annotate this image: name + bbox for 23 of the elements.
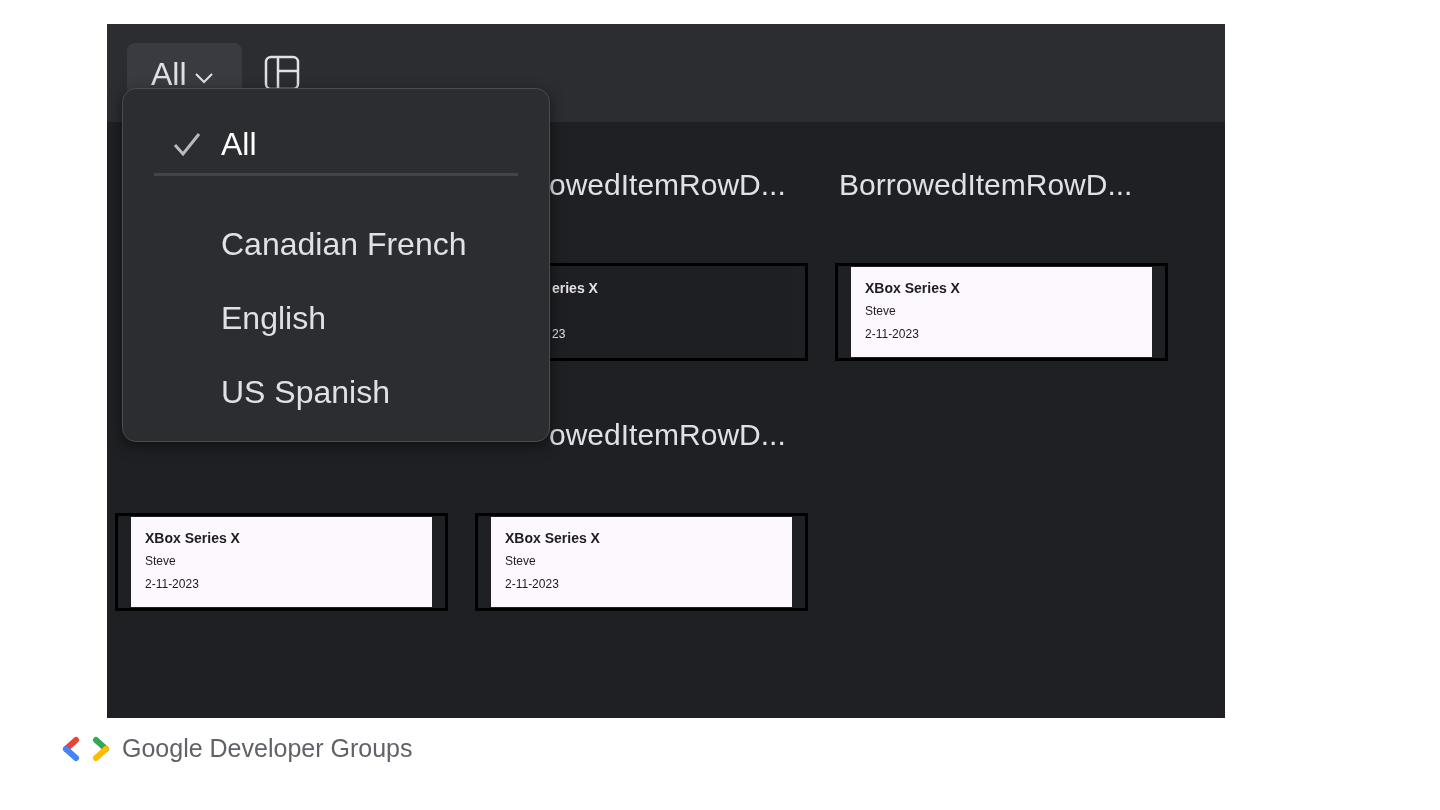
borrow-date: 2-11-2023 — [865, 326, 920, 343]
brackets-logo-icon — [62, 735, 112, 762]
brand-name: Google Developer Groups — [122, 734, 413, 763]
borrow-date: 2-11-2023 — [145, 576, 200, 593]
borrow-date: 23 — [552, 326, 567, 343]
caret-icon — [192, 70, 215, 85]
preview-title: owedItemRowD... — [548, 167, 787, 203]
preview-title: BorrowedItemRowD... — [838, 167, 1134, 203]
borrow-date: 2-11-2023 — [505, 576, 560, 593]
menu-item[interactable]: US Spanish — [123, 367, 549, 417]
borrower-name: Steve — [145, 553, 177, 570]
menu-item[interactable]: English — [123, 293, 549, 343]
check-icon — [172, 131, 202, 157]
item-title: XBox Series X — [505, 530, 601, 547]
item-title: XBox Series X — [865, 280, 961, 297]
item-title: XBox Series X — [145, 530, 241, 547]
menu-item[interactable]: Canadian French — [123, 219, 549, 269]
item-title: eries X — [552, 280, 599, 297]
borrower-name: Steve — [505, 553, 537, 570]
borrower-name: Steve — [865, 303, 897, 320]
menu-item[interactable]: All — [123, 119, 549, 169]
layout-icon[interactable] — [264, 55, 300, 91]
preview-title: owedItemRowD... — [548, 417, 787, 453]
